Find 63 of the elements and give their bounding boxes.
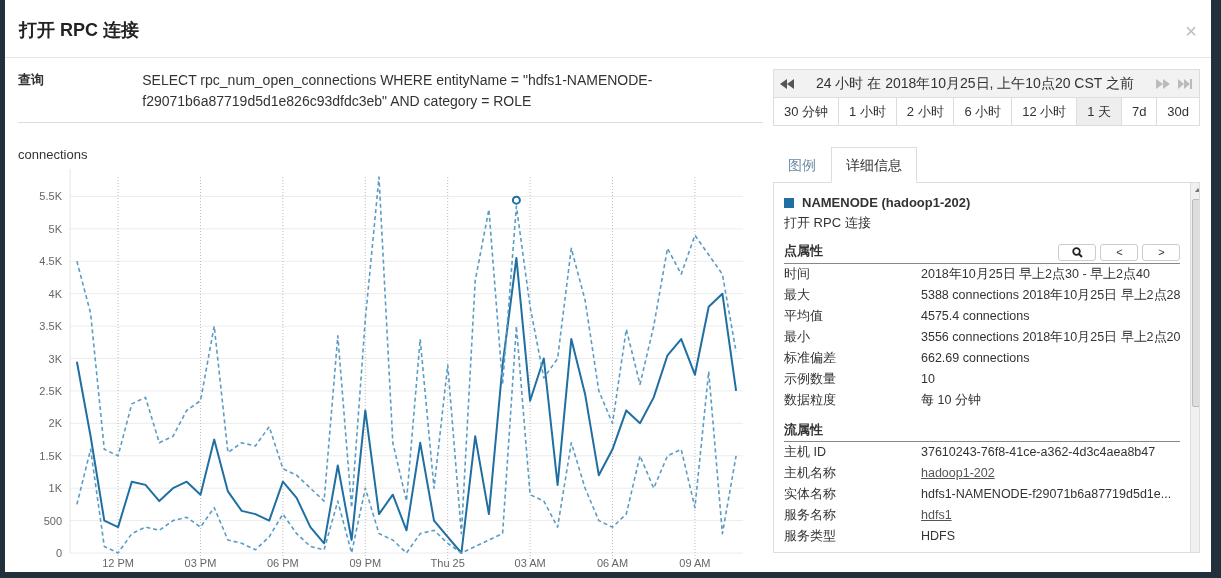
- tick-label: 500: [43, 514, 62, 527]
- tick-label: 06 PM: [267, 556, 299, 569]
- property-label: 数据粒度: [784, 391, 837, 409]
- property-label: 最大: [784, 286, 811, 304]
- property-value: 37610243-76f8-41ce-a362-4d3c4aea8b47: [921, 444, 1156, 461]
- time-preset-button[interactable]: 1 天: [1077, 98, 1122, 125]
- tick-label: 12 PM: [102, 556, 134, 569]
- tick-label: 03 AM: [514, 556, 546, 569]
- property-label: 服务名称: [784, 507, 837, 524]
- dialog-title: 打开 RPC 连接: [19, 19, 139, 42]
- tick-label: 09 PM: [349, 556, 382, 569]
- property-link[interactable]: hdfs1: [921, 505, 952, 526]
- property-label: 主机名称: [784, 465, 837, 482]
- tick-label: 2K: [48, 416, 62, 429]
- property-label: 最小: [784, 328, 811, 346]
- property-value: HDFS: [921, 528, 956, 545]
- property-value: hdfs1-NAMENODE-f29071b6a87719d5d1e...: [921, 486, 1172, 503]
- nav-button[interactable]: >: [1142, 243, 1181, 261]
- metric-name: 打开 RPC 连接: [784, 213, 872, 232]
- tick-label: 4.5K: [39, 254, 62, 267]
- tick-label: 5.5K: [39, 189, 62, 202]
- property-label: 示例数量: [784, 370, 837, 388]
- point-marker: [511, 195, 521, 205]
- property-value: 3556 connections 2018年10月25日 早上2点20: [921, 328, 1181, 346]
- property-label: 服务类型: [784, 528, 837, 545]
- zoom-button[interactable]: [1058, 243, 1097, 261]
- tick-label: 0: [55, 546, 62, 559]
- property-label: 标准偏差: [784, 349, 837, 367]
- property-label: 主机 ID: [784, 444, 827, 461]
- axis-title: connections: [18, 146, 89, 164]
- time-range-caption: 24 小时 在 2018年10月25日, 上午10点20 CST 之前: [816, 74, 1134, 93]
- tick-label: 03 PM: [184, 556, 217, 569]
- tick-label: 2.5K: [39, 384, 62, 397]
- property-value: 662.69 connections: [921, 349, 1030, 367]
- property-label: 时间: [784, 265, 811, 283]
- tick-label: 06 AM: [596, 556, 629, 569]
- search-icon: [1071, 246, 1083, 258]
- property-value: 每 10 分钟: [921, 391, 981, 409]
- series-name: NAMENODE (hadoop1-202): [802, 194, 971, 212]
- property-value: 5388 connections 2018年10月25日 早上2点28: [921, 286, 1181, 304]
- property-value: 4575.4 connections: [921, 307, 1030, 325]
- tick-label: 3.5K: [39, 319, 62, 332]
- rewind-icon[interactable]: [780, 78, 794, 89]
- tab[interactable]: 图例: [773, 147, 831, 183]
- tick-label: 1.5K: [39, 449, 62, 462]
- tick-label: 4K: [48, 287, 62, 300]
- tick-label: 3K: [48, 352, 62, 364]
- nav-button[interactable]: <: [1100, 243, 1139, 261]
- property-label: 平均值: [784, 307, 824, 325]
- tick-label: 5K: [48, 222, 62, 235]
- section-title: 点属性: [784, 242, 823, 260]
- tick-label: 09 AM: [679, 556, 711, 569]
- section-title: 流属性: [784, 420, 823, 439]
- property-value: 10: [921, 370, 935, 388]
- tab[interactable]: 详细信息: [831, 147, 917, 183]
- tick-label: 1K: [48, 481, 62, 494]
- property-value: 2018年10月25日 早上2点30 - 早上2点40: [921, 265, 1150, 283]
- legend-swatch: [784, 197, 794, 208]
- property-link[interactable]: hadoop1-202: [921, 463, 995, 484]
- query-label: 查询: [18, 71, 45, 89]
- tick-label: Thu 25: [430, 556, 465, 569]
- property-label: 实体名称: [784, 486, 837, 503]
- query-text: SELECT rpc_num_open_connections WHERE entityName = "hdfs1-NAMENODE-f29071b6a87719d5d1e826c93dfdc3eb" AND category = ROLE: [142, 71, 654, 111]
